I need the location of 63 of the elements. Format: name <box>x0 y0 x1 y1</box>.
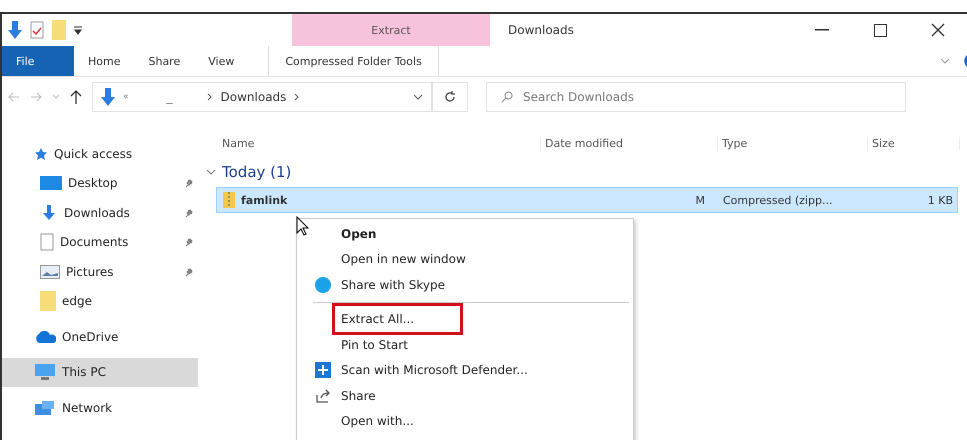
sidebar-item[interactable]: This PC <box>2 358 198 387</box>
menu-item[interactable]: Share with Skype <box>297 272 633 298</box>
refresh-icon <box>444 91 456 103</box>
breadcrumb-overflow[interactable]: « <box>123 92 129 102</box>
skype-icon <box>315 276 331 293</box>
pin-icon <box>184 208 194 218</box>
chevron-right-icon <box>206 93 213 101</box>
breadcrumb[interactable]: Downloads <box>220 90 286 104</box>
download-icon <box>101 88 115 106</box>
close-icon[interactable] <box>931 23 945 37</box>
document-icon <box>40 233 54 252</box>
cloud-icon <box>34 330 56 344</box>
collapse-icon[interactable] <box>206 169 216 175</box>
properties-icon <box>30 21 44 39</box>
network-icon <box>34 400 56 416</box>
menu-item[interactable]: Extract All... <box>297 306 633 332</box>
download-icon <box>40 204 58 222</box>
column-header[interactable]: Size <box>868 136 960 150</box>
maximize-icon[interactable] <box>874 24 886 36</box>
menu-item[interactable]: Pin to Start <box>297 332 633 358</box>
zip-folder-icon <box>223 192 235 208</box>
sidebar-item[interactable]: Network <box>2 393 198 422</box>
pin-icon <box>184 237 194 248</box>
group-header[interactable]: Today (1) <box>222 163 292 181</box>
sidebar-item[interactable]: Documents <box>2 228 198 257</box>
chevron-icon[interactable] <box>413 94 423 100</box>
file-row[interactable]: famlink M Compressed (zipp... 1 KB <box>216 187 958 213</box>
window-title: Downloads <box>508 23 575 37</box>
breadcrumb[interactable]: _ <box>166 90 173 104</box>
ribbon-tab[interactable]: Compressed Folder Tools <box>268 46 439 76</box>
desktop-icon <box>40 176 62 190</box>
minimize-icon[interactable] <box>815 29 829 31</box>
shield-icon <box>315 362 331 378</box>
sidebar-item[interactable]: Desktop <box>2 168 198 198</box>
sidebar-item[interactable]: Quick access <box>2 139 198 168</box>
column-header[interactable]: Date modified <box>541 136 718 150</box>
chevron-right-icon <box>294 93 300 101</box>
folder-icon <box>52 20 66 40</box>
sidebar-item[interactable]: Downloads <box>2 198 198 228</box>
star-icon <box>34 146 48 161</box>
folder-icon <box>40 291 56 312</box>
search-field[interactable]: Search Downloads <box>486 82 906 112</box>
pin-icon <box>184 178 194 188</box>
menu-item[interactable]: Open with... <box>297 408 633 434</box>
menu-item[interactable]: Open in new window <box>297 246 633 272</box>
pin-icon <box>184 266 194 277</box>
menu-item[interactable]: Share <box>297 383 633 408</box>
download-icon <box>8 21 22 39</box>
menu-item[interactable]: Scan with Microsoft Defender... <box>297 358 633 383</box>
ribbon-tab[interactable]: File <box>2 46 74 76</box>
search-icon <box>501 91 513 103</box>
up-icon[interactable] <box>70 90 82 104</box>
column-header[interactable]: Type <box>718 136 868 150</box>
context-tab-header: Extract <box>292 14 490 46</box>
computer-icon <box>34 363 56 382</box>
sidebar-item[interactable]: edge <box>2 286 198 316</box>
picture-icon <box>40 264 60 279</box>
refresh-button[interactable] <box>432 82 468 112</box>
sidebar-item[interactable]: Pictures <box>2 257 198 286</box>
dropdown-icon[interactable] <box>74 25 82 35</box>
column-header[interactable]: Name <box>218 136 541 150</box>
sidebar-item[interactable]: OneDrive <box>2 322 198 352</box>
share-icon <box>315 388 331 404</box>
